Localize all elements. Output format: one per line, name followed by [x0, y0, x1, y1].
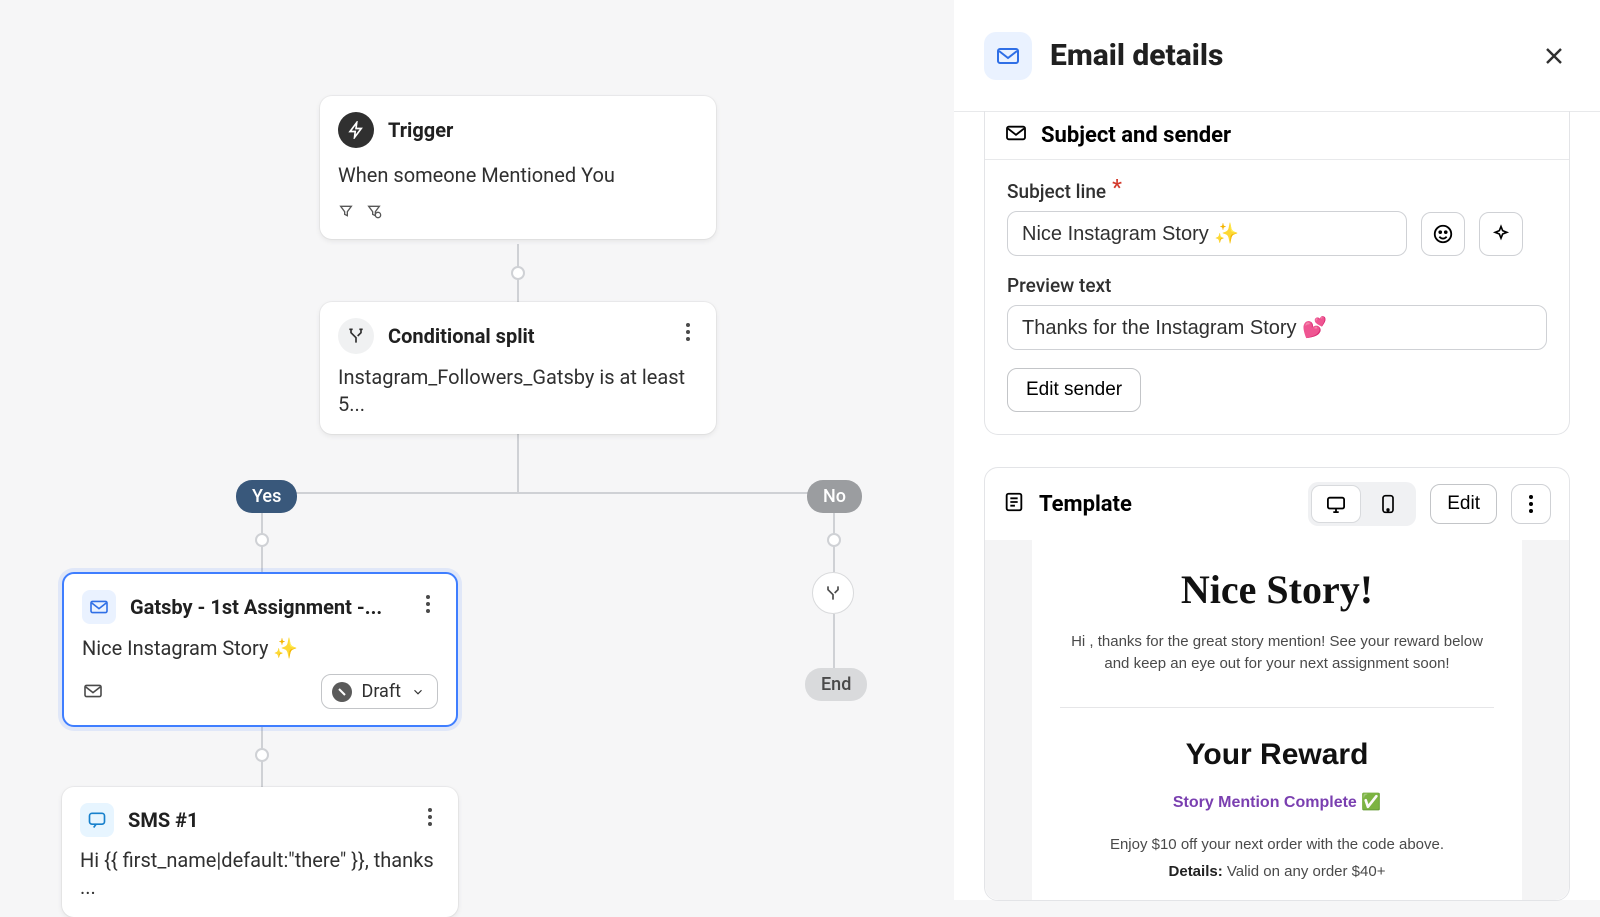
emoji-picker-button[interactable]	[1421, 212, 1465, 256]
edit-sender-button[interactable]: Edit sender	[1007, 368, 1141, 412]
email-node-title: Gatsby - 1st Assignment -...	[130, 595, 382, 619]
filter-icon[interactable]	[338, 203, 354, 223]
preview-subheading: Your Reward	[1060, 738, 1494, 772]
subject-line-input[interactable]	[1007, 211, 1407, 256]
sms-node-menu-button[interactable]	[416, 803, 444, 831]
sms-node-title: SMS #1	[128, 808, 198, 832]
preview-text-input[interactable]	[1007, 305, 1547, 350]
filter-profile-icon[interactable]	[366, 203, 382, 223]
mail-icon	[82, 590, 116, 624]
template-preview-body: Nice Story! Hi , thanks for the great st…	[1032, 540, 1522, 900]
template-heading: Template	[1039, 492, 1294, 517]
preview-text-label: Preview text	[1007, 274, 1111, 297]
mail-icon	[984, 32, 1032, 80]
split-title: Conditional split	[388, 324, 535, 348]
ai-generate-button[interactable]	[1479, 212, 1523, 256]
subject-sender-section: Subject and sender Subject line * Previe…	[984, 111, 1570, 435]
branch-end-badge: End	[805, 668, 867, 701]
add-split-button[interactable]	[812, 572, 854, 614]
subject-line-label: Subject line	[1007, 180, 1106, 203]
close-button[interactable]	[1536, 38, 1572, 74]
branch-yes-badge: Yes	[236, 480, 297, 513]
trigger-node[interactable]: Trigger When someone Mentioned You	[320, 96, 716, 239]
flow-canvas[interactable]: Trigger When someone Mentioned You Condi…	[0, 0, 954, 900]
email-badge-icon	[82, 683, 106, 701]
email-details-panel: Email details Subject and sender Subject…	[954, 0, 1600, 900]
email-node[interactable]: Gatsby - 1st Assignment -... Nice Instag…	[62, 572, 458, 727]
required-asterisk: *	[1112, 184, 1122, 207]
sms-icon	[80, 803, 114, 837]
panel-title: Email details	[1050, 38, 1223, 73]
sms-node[interactable]: SMS #1 Hi {{ first_name|default:"there" …	[62, 787, 458, 917]
mail-outline-icon	[1005, 123, 1027, 148]
split-menu-button[interactable]	[674, 318, 702, 346]
preview-intro: Hi , thanks for the great story mention!…	[1060, 631, 1494, 675]
preview-line1: Enjoy $10 off your next order with the c…	[1060, 836, 1494, 853]
preview-device-segment	[1308, 482, 1416, 526]
edit-template-button[interactable]: Edit	[1430, 484, 1497, 524]
trigger-desc: When someone Mentioned You	[338, 162, 698, 189]
preview-badge: Story Mention Complete ✅	[1060, 792, 1494, 812]
panel-header: Email details	[954, 0, 1600, 112]
split-icon	[338, 318, 374, 354]
email-status-label: Draft	[362, 681, 402, 702]
bolt-icon	[338, 112, 374, 148]
trigger-title: Trigger	[388, 118, 453, 142]
chevron-down-icon	[411, 685, 425, 699]
template-menu-button[interactable]	[1511, 484, 1551, 524]
mobile-preview-button[interactable]	[1364, 486, 1412, 522]
email-status-dropdown[interactable]: Draft	[321, 674, 439, 709]
branch-no-badge: No	[807, 480, 862, 513]
status-dot-icon	[332, 682, 352, 702]
template-section: Template Edit Nice Story! Hi , thanks fo…	[984, 467, 1570, 901]
subject-sender-heading: Subject and sender	[1041, 123, 1231, 148]
preview-details: Details: Valid on any order $40+	[1060, 863, 1494, 880]
preview-divider	[1060, 707, 1494, 708]
split-desc: Instagram_Followers_Gatsby is at least 5…	[338, 364, 698, 418]
template-icon	[1003, 491, 1025, 517]
template-preview: Nice Story! Hi , thanks for the great st…	[985, 540, 1569, 900]
email-node-menu-button[interactable]	[414, 590, 442, 618]
trigger-filter-icons	[338, 203, 698, 223]
email-node-subject: Nice Instagram Story ✨	[82, 636, 438, 660]
conditional-split-node[interactable]: Conditional split Instagram_Followers_Ga…	[320, 302, 716, 434]
preview-heading: Nice Story!	[1060, 566, 1494, 613]
desktop-preview-button[interactable]	[1312, 486, 1360, 522]
sms-node-body: Hi {{ first_name|default:"there" }}, tha…	[80, 847, 440, 901]
